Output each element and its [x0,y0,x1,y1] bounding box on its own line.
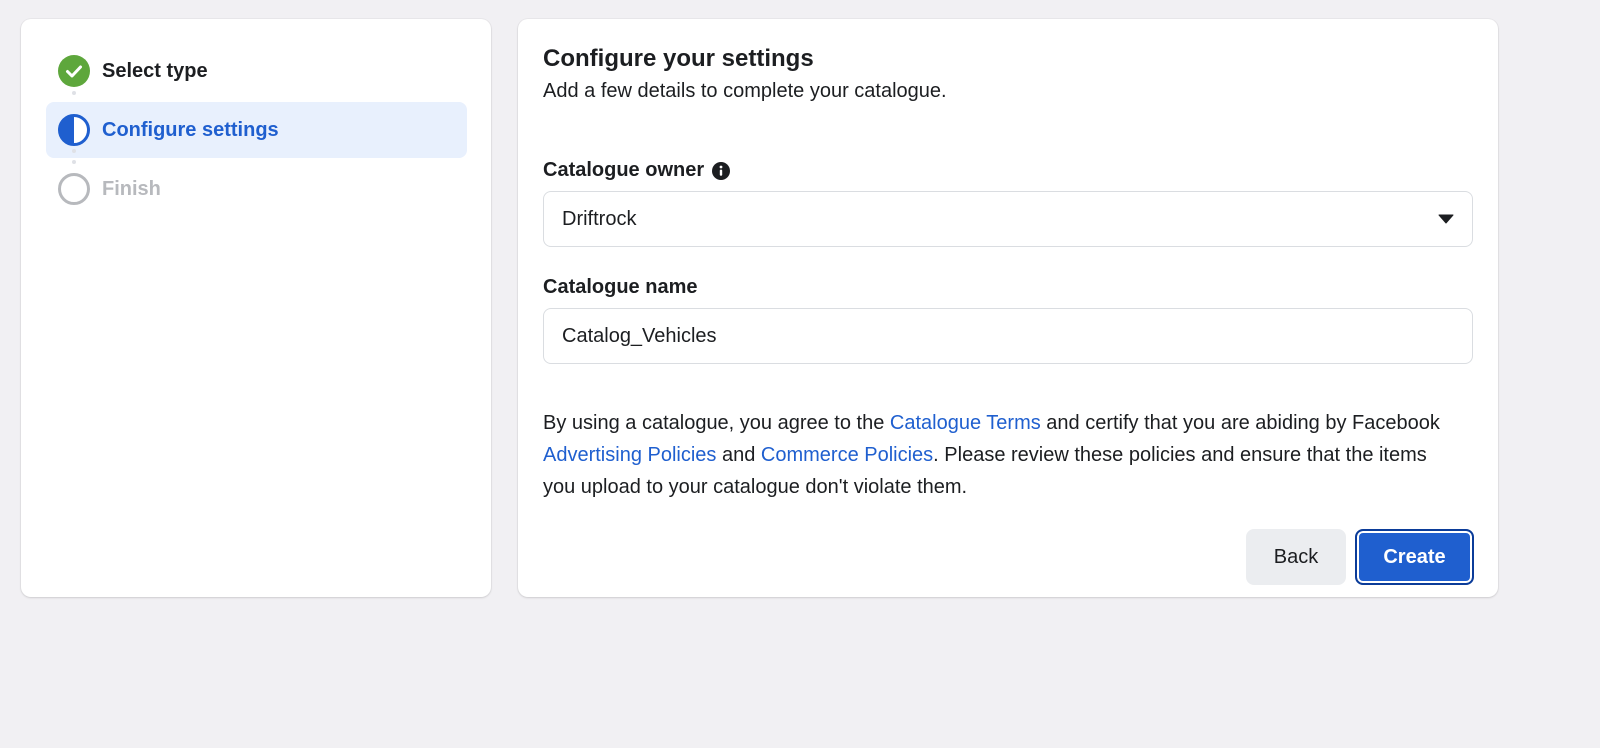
back-button[interactable]: Back [1246,529,1346,585]
catalogue-name-field[interactable] [543,308,1473,364]
page-title: Configure your settings [543,45,814,72]
create-button[interactable]: Create [1355,529,1474,585]
info-icon[interactable] [712,161,731,180]
step-configure-settings[interactable]: Configure settings [46,102,467,158]
step-label: Select type [102,59,208,82]
empty-circle-icon [58,173,90,205]
catalogue-name-label: Catalogue name [543,276,698,298]
step-finish[interactable]: Finish [46,161,467,217]
policy-notice: By using a catalogue, you agree to the C… [543,412,1440,498]
catalogue-terms-link[interactable]: Catalogue Terms [890,412,1041,434]
half-circle-icon [58,114,90,146]
catalogue-owner-value: Driftrock [562,207,637,230]
catalogue-name-input[interactable] [562,324,1454,348]
step-label: Configure settings [102,118,279,141]
catalogue-owner-select[interactable]: Driftrock [543,191,1473,247]
page-subtitle: Add a few details to complete your catal… [543,80,947,102]
step-label: Finish [102,177,161,200]
settings-panel: Configure your settings Add a few detail… [518,19,1498,597]
commerce-policies-link[interactable]: Commerce Policies [761,444,933,466]
check-circle-icon [58,55,90,87]
catalogue-owner-label: Catalogue owner [543,159,731,182]
advertising-policies-link[interactable]: Advertising Policies [543,444,716,466]
caret-down-icon [1438,214,1454,224]
steps-panel: Select type Configure settings Finish [21,19,491,597]
step-select-type[interactable]: Select type [46,43,467,99]
